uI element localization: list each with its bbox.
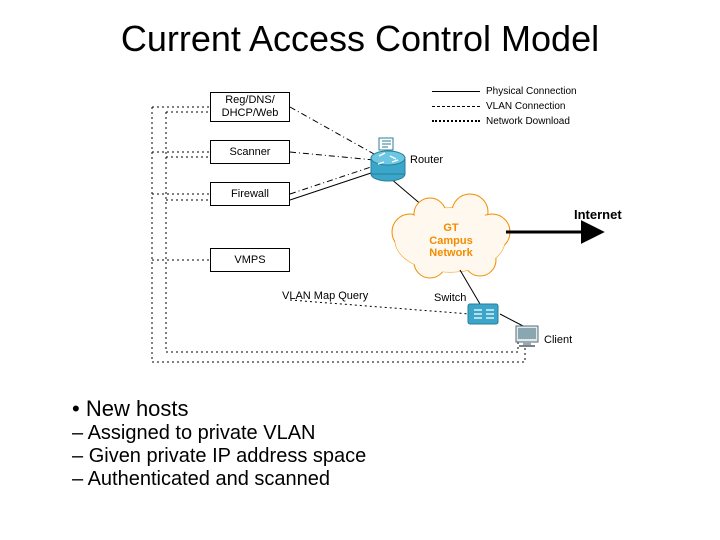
legend-download: Network Download [432, 114, 577, 129]
node-label: Scanner [230, 146, 271, 159]
client-icon [516, 326, 538, 347]
node-firewall: Firewall [210, 182, 290, 206]
legend-text: VLAN Connection [486, 101, 566, 112]
bullet-sub: Assigned to private VLAN [72, 422, 366, 445]
router-icon [371, 138, 405, 181]
bullet-sub: Given private IP address space [72, 445, 366, 468]
bullet-sub: Authenticated and scanned [72, 468, 366, 491]
switch-icon [468, 304, 498, 324]
label-internet: Internet [574, 208, 622, 222]
slide-title: Current Access Control Model [0, 18, 720, 60]
node-reg-dns-dhcp-web: Reg/DNS/ DHCP/Web [210, 92, 290, 122]
bullet-main-text: New hosts [86, 396, 189, 421]
legend: Physical Connection VLAN Connection Netw… [432, 84, 577, 129]
label-router: Router [410, 154, 443, 166]
node-vmps: VMPS [210, 248, 290, 272]
node-scanner: Scanner [210, 140, 290, 164]
node-label: VMPS [234, 254, 265, 267]
node-label: Reg/DNS/ DHCP/Web [222, 94, 279, 119]
legend-text: Physical Connection [486, 86, 577, 97]
legend-vlan: VLAN Connection [432, 99, 577, 114]
label-campus-cloud: GT Campus Network [426, 222, 476, 260]
label-switch: Switch [434, 292, 466, 304]
node-label: Firewall [231, 188, 269, 201]
bullet-sub-text: Assigned to private VLAN [88, 422, 316, 444]
legend-physical: Physical Connection [432, 84, 577, 99]
bullet-sub-text: Authenticated and scanned [88, 468, 330, 490]
label-vlan-map-query: VLAN Map Query [282, 290, 368, 302]
bullet-main: New hosts Assigned to private VLAN Given… [72, 396, 366, 491]
legend-text: Network Download [486, 116, 570, 127]
bullet-list: New hosts Assigned to private VLAN Given… [72, 396, 366, 491]
network-diagram: Reg/DNS/ DHCP/Web Scanner Firewall VMPS … [130, 82, 630, 382]
label-client: Client [544, 334, 572, 346]
bullet-sub-text: Given private IP address space [89, 445, 367, 467]
